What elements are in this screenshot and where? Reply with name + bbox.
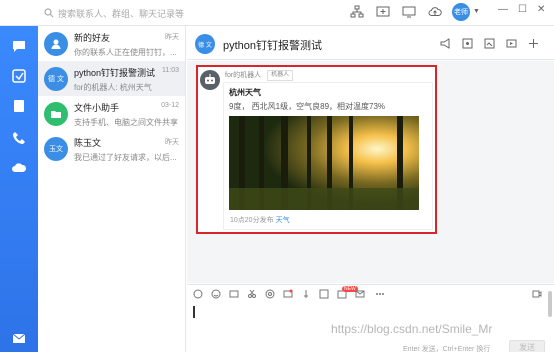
- weather-link[interactable]: 天气: [276, 217, 290, 224]
- image-icon[interactable]: [229, 289, 239, 299]
- conversation-time: 昨天: [165, 34, 179, 41]
- left-nav-rail: [0, 0, 38, 352]
- more-icon[interactable]: [375, 289, 385, 299]
- conversation-time: 03-12: [161, 102, 179, 109]
- conversation-time: 11:03: [162, 67, 179, 74]
- forest-image: [229, 116, 419, 210]
- chevron-down-icon[interactable]: ▼: [473, 8, 480, 15]
- emoji-icon[interactable]: [211, 289, 221, 299]
- add-chat-icon[interactable]: [376, 5, 390, 19]
- avatar: [44, 32, 68, 56]
- card-title: 杭州天气: [229, 88, 261, 97]
- add-member-icon[interactable]: [527, 37, 540, 50]
- mail-icon[interactable]: [11, 330, 27, 346]
- video-icon[interactable]: [505, 37, 518, 50]
- conversation-preview: 我已通过了好友请求，以后...: [74, 153, 177, 161]
- conversation-preview: 你的联系人正在使用钉钉，...: [74, 48, 177, 56]
- conversation-name: 新的好友: [74, 33, 111, 43]
- upload-cloud-icon[interactable]: [428, 5, 442, 19]
- new-friend-icon: [51, 39, 61, 49]
- conversation-preview: 支持手机、电脑之间文件共享: [74, 118, 178, 126]
- sender-name: for的机器人: [225, 72, 262, 79]
- send-button[interactable]: 发送: [509, 340, 545, 352]
- group-avatar[interactable]: 德 文: [195, 34, 215, 54]
- scissors-icon[interactable]: [247, 289, 257, 299]
- conversation-item[interactable]: 文件小助手 支持手机、电脑之间文件共享 03-12: [38, 96, 185, 131]
- robot-tag: 机器人: [267, 70, 294, 81]
- conversation-time: 昨天: [165, 139, 179, 146]
- maximize-icon[interactable]: ☐: [518, 4, 527, 15]
- cloud-icon[interactable]: [11, 160, 27, 176]
- weather-card[interactable]: 杭州天气 9度， 西北风1级，空气良89，相对温度73% 10点20分发布 天气: [223, 82, 433, 230]
- megaphone-icon[interactable]: [439, 37, 452, 50]
- send-hint: Enter 发送，Ctrl+Enter 换行: [403, 346, 491, 352]
- user-avatar[interactable]: 老师: [452, 3, 470, 21]
- message-input-cursor[interactable]: [193, 306, 195, 318]
- robot-avatar: [200, 70, 220, 90]
- mention-icon[interactable]: [265, 289, 275, 299]
- minimize-icon[interactable]: —: [498, 4, 508, 15]
- chat-title: python钉钉报警测试: [223, 40, 323, 52]
- task-icon[interactable]: [319, 289, 329, 299]
- conversation-preview: for的机器人: 杭州天气: [74, 83, 152, 91]
- avatar: [44, 102, 68, 126]
- avatar: 德 文: [44, 67, 68, 91]
- folder-icon: [51, 111, 61, 118]
- settings-icon[interactable]: [461, 37, 474, 50]
- conversation-list: 新的好友 你的联系人正在使用钉钉，... 昨天 德 文 python钉钉报警测试…: [38, 26, 186, 352]
- input-toolbar: NEW: [187, 284, 554, 299]
- file-icon[interactable]: [483, 37, 496, 50]
- watermark: https://blog.csdn.net/Smile_Mr: [331, 322, 493, 336]
- chat-panel: 德 文 python钉钉报警测试 for的机器人 机器人 杭州天气 9度， 西北…: [187, 26, 554, 352]
- gif-icon[interactable]: [193, 289, 203, 299]
- message-area: for的机器人 机器人 杭州天气 9度， 西北风1级，空气良89，相对温度73%: [187, 61, 554, 317]
- avatar: 玉文: [44, 137, 68, 161]
- messages-icon[interactable]: [11, 38, 27, 54]
- conversation-item-active[interactable]: 德 文 python钉钉报警测试 for的机器人: 杭州天气 11:03: [38, 61, 185, 96]
- conversation-item[interactable]: 新的好友 你的联系人正在使用钉钉，... 昨天: [38, 26, 185, 61]
- pin-icon[interactable]: [301, 289, 311, 299]
- card-description: 9度， 西北风1级，空气良89，相对温度73%: [229, 102, 386, 111]
- robot-icon: [205, 74, 215, 84]
- chat-header: 德 文 python钉钉报警测试: [187, 26, 554, 60]
- ding-icon[interactable]: [11, 68, 27, 84]
- conversation-name: 陈玉文: [74, 138, 102, 148]
- card-footer: 10点20分发布 天气: [230, 215, 290, 225]
- top-bar: 搜索联系人、群组、聊天记录等 老师 ▼ — ☐ ✕: [0, 0, 554, 26]
- org-chart-icon[interactable]: [350, 5, 364, 19]
- search-icon: [44, 8, 54, 18]
- close-icon[interactable]: ✕: [537, 4, 545, 15]
- phone-icon[interactable]: [11, 130, 27, 146]
- search-placeholder: 搜索联系人、群组、聊天记录等: [58, 8, 185, 19]
- red-packet-icon[interactable]: [283, 289, 293, 299]
- mail-icon[interactable]: [355, 289, 365, 299]
- documents-icon[interactable]: [11, 98, 27, 114]
- publish-time: 10点20分发布: [230, 217, 274, 224]
- search-input[interactable]: 搜索联系人、群组、聊天记录等: [44, 6, 194, 20]
- video-call-icon[interactable]: [532, 289, 542, 299]
- screen-share-icon[interactable]: [402, 5, 416, 19]
- highlighted-message: for的机器人 机器人 杭州天气 9度， 西北风1级，空气良89，相对温度73%: [196, 65, 437, 234]
- conversation-item[interactable]: 玉文 陈玉文 我已通过了好友请求，以后... 昨天: [38, 131, 185, 166]
